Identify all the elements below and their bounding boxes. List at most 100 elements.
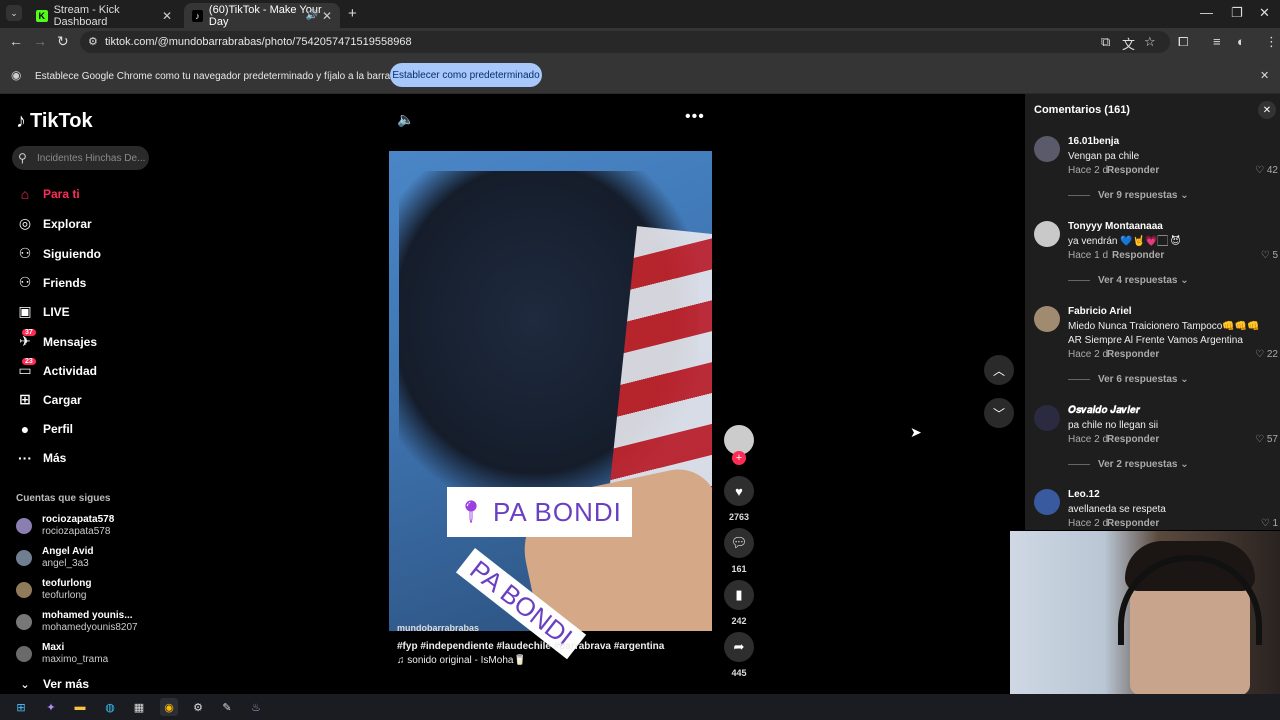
following-account[interactable]: rociozapata578 rociozapata578: [16, 514, 114, 538]
view-replies-link[interactable]: Ver 6 respuestas ⌄: [1068, 374, 1189, 385]
bookmark-star-icon[interactable]: ☆: [1144, 34, 1156, 50]
avatar[interactable]: [1034, 221, 1060, 247]
avatar[interactable]: [1034, 306, 1060, 332]
account-handle: teofurlong: [42, 590, 87, 601]
tab-audio-icon[interactable]: 🔊: [306, 10, 318, 21]
avatar[interactable]: [1034, 405, 1060, 431]
comment-text: pa chile no llegan sii: [1068, 420, 1159, 431]
sidebar-item-más[interactable]: ··· Más: [16, 450, 66, 466]
sidebar-item-label: Actividad: [43, 363, 98, 378]
video-player[interactable]: [389, 151, 712, 631]
sidebar-item-live[interactable]: ▣ LIVE: [16, 303, 69, 320]
translate-icon[interactable]: 文: [1122, 34, 1135, 53]
next-video-button[interactable]: ﹀: [984, 398, 1014, 428]
site-info-icon[interactable]: ⚙: [88, 35, 98, 48]
reply-button[interactable]: Responder: [1107, 434, 1159, 445]
close-window-icon[interactable]: ✕: [1259, 5, 1270, 21]
sidebar-item-siguiendo[interactable]: ⚇ Siguiendo: [16, 245, 101, 262]
steam-icon[interactable]: ♨: [247, 698, 265, 716]
reply-button[interactable]: Responder: [1107, 349, 1159, 360]
view-replies-link[interactable]: Ver 9 respuestas ⌄: [1068, 190, 1189, 201]
view-replies-link[interactable]: Ver 2 respuestas ⌄: [1068, 459, 1189, 470]
following-account[interactable]: Maxi maximo_trama: [16, 642, 108, 666]
more-options-icon[interactable]: •••: [685, 108, 705, 126]
reply-button[interactable]: Responder: [1112, 250, 1164, 261]
follow-plus-button[interactable]: +: [732, 451, 746, 465]
account-name: Angel Avid: [42, 546, 94, 557]
close-infobar-icon[interactable]: ✕: [1260, 69, 1269, 82]
avatar[interactable]: [1034, 489, 1060, 515]
new-tab-button[interactable]: +: [348, 5, 357, 22]
copilot-icon[interactable]: ✦: [42, 698, 60, 716]
see-more-link[interactable]: ⌄ Ver más: [16, 677, 89, 691]
close-tab-icon[interactable]: ✕: [322, 9, 332, 23]
extensions-icon[interactable]: ⧠: [1178, 34, 1188, 50]
comment-icon: 💬︎: [730, 535, 748, 550]
comment-text: Vengan pa chile: [1068, 151, 1140, 162]
sidebar-item-cargar[interactable]: ⊞ Cargar: [16, 391, 82, 408]
tab-search-dropdown[interactable]: ⌄: [6, 5, 22, 21]
sidebar-item-friends[interactable]: ⚇ Friends: [16, 274, 87, 291]
close-tab-icon[interactable]: ✕: [162, 9, 172, 23]
reply-button[interactable]: Responder: [1107, 165, 1159, 176]
forward-icon[interactable]: →: [33, 33, 47, 49]
volume-icon[interactable]: 🔈: [397, 111, 414, 128]
sidebar-item-perfil[interactable]: ● Perfil: [16, 421, 73, 437]
video-author[interactable]: mundobarrabrabas: [397, 623, 479, 633]
sidebar-item-para-ti[interactable]: ⌂ Para ti: [16, 186, 80, 202]
comment-username[interactable]: Leo.12: [1068, 489, 1100, 500]
comment-button[interactable]: 💬︎: [724, 528, 754, 558]
back-icon[interactable]: ←: [9, 33, 23, 49]
profile-avatar-icon[interactable]: ◐: [1237, 34, 1245, 49]
comment-username[interactable]: 𝑶𝒔𝒗𝒂𝒍𝒅𝒐 𝑱𝒂𝒗𝒊𝒆𝒓: [1068, 405, 1140, 416]
minimize-icon[interactable]: —: [1200, 5, 1213, 20]
windows-start-icon[interactable]: ⊞: [12, 698, 30, 716]
tab-tiktok[interactable]: ♪ (60)TikTok - Make Your Day 🔊 ✕: [184, 3, 340, 28]
media-controls-icon[interactable]: ≡: [1213, 34, 1221, 49]
previous-video-button[interactable]: ︿: [984, 355, 1014, 385]
account-names: teofurlong teofurlong: [42, 578, 91, 602]
like-button[interactable]: ♥: [724, 476, 754, 506]
close-comments-icon[interactable]: ✕: [1258, 101, 1276, 119]
account-name: Maxi: [42, 642, 65, 653]
save-button[interactable]: ▮: [724, 580, 754, 610]
comment-username[interactable]: Fabricio Ariel: [1068, 306, 1132, 317]
install-app-icon[interactable]: ⧉: [1101, 34, 1110, 50]
following-account[interactable]: mohamed younis... mohamedyounis8207: [16, 610, 138, 634]
comment-like-button[interactable]: ♡ 22: [1255, 349, 1278, 360]
comment-like-button[interactable]: ♡ 42: [1255, 165, 1278, 176]
comment-username[interactable]: Tonyyy Montaanaaa: [1068, 221, 1163, 232]
reply-button[interactable]: Responder: [1107, 518, 1159, 529]
comment-text: avellaneda se respeta: [1068, 504, 1166, 515]
store-icon[interactable]: ▦: [130, 698, 148, 716]
share-button[interactable]: ➦: [724, 632, 754, 662]
tab-kick-dashboard[interactable]: K Stream - Kick Dashboard ✕: [28, 3, 180, 28]
avatar[interactable]: [1034, 136, 1060, 162]
notepad-icon[interactable]: ✎: [218, 698, 236, 716]
comment-time: Hace 2 d: [1068, 518, 1109, 529]
tiktok-logo[interactable]: ♪ TikTok: [16, 110, 93, 133]
reload-icon[interactable]: ↻: [57, 33, 69, 50]
view-replies-link[interactable]: Ver 4 respuestas ⌄: [1068, 275, 1189, 286]
avatar: [16, 582, 32, 598]
following-account[interactable]: teofurlong teofurlong: [16, 578, 91, 602]
edge-icon[interactable]: ◍: [101, 698, 119, 716]
comment-like-button[interactable]: ♡ 1: [1261, 518, 1278, 529]
restore-icon[interactable]: ❐: [1231, 5, 1243, 21]
settings-icon[interactable]: ⚙: [189, 698, 207, 716]
url-text[interactable]: tiktok.com/@mundobarrabrabas/photo/75420…: [105, 36, 412, 48]
set-default-button[interactable]: Establecer como predeterminado: [390, 63, 542, 87]
chrome-menu-icon[interactable]: ⋮: [1265, 34, 1278, 50]
video-hashtags[interactable]: #fyp #independiente #laudechile #barrabr…: [397, 641, 664, 652]
chrome-logo-icon: ◉: [11, 68, 22, 82]
video-sound[interactable]: ♫ sonido original - IsMoha🥛: [397, 655, 526, 666]
chrome-taskbar-icon[interactable]: ◉: [160, 698, 178, 716]
comment-like-button[interactable]: ♡ 57: [1255, 434, 1278, 445]
account-handle: rociozapata578: [42, 526, 111, 537]
following-account[interactable]: Angel Avid angel_3a3: [16, 546, 93, 570]
comment-username[interactable]: 16.01benja: [1068, 136, 1119, 147]
file-explorer-icon[interactable]: ▬: [71, 698, 89, 716]
sidebar-item-explorar[interactable]: ◎ Explorar: [16, 215, 92, 232]
comment-like-button[interactable]: ♡ 5: [1261, 250, 1278, 261]
account-name: mohamed younis...: [42, 610, 133, 621]
